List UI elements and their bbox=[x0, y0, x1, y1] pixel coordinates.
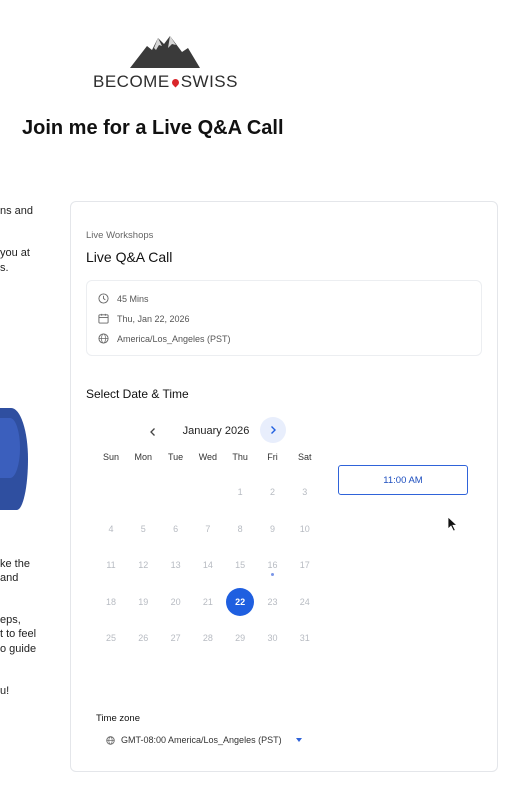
calendar-day: 24 bbox=[299, 596, 310, 607]
left-text-fragment: t to feel bbox=[0, 628, 37, 640]
weekday-header: Sun bbox=[102, 452, 119, 462]
time-slot-button[interactable]: 11:00 AM bbox=[338, 465, 468, 495]
left-text-fragment: and bbox=[0, 572, 19, 584]
date-row: Thu, Jan 22, 2026 bbox=[98, 313, 190, 324]
duration-text: 45 Mins bbox=[117, 293, 149, 304]
weekday-header: Mon bbox=[134, 452, 153, 462]
weekday-header: Thu bbox=[232, 452, 248, 462]
left-text-fragment: o guide bbox=[0, 643, 37, 655]
calendar-day: 4 bbox=[108, 523, 114, 534]
calendar-day: 29 bbox=[235, 633, 246, 643]
calendar-day: 2 bbox=[269, 487, 275, 497]
section-title: Select Date & Time bbox=[86, 387, 189, 401]
left-text-fragment: s. bbox=[0, 262, 9, 274]
event-info-box: 45 Mins Thu, Jan 22, 2026 America/Los_An… bbox=[86, 280, 482, 356]
calendar-day: 14 bbox=[202, 560, 213, 570]
calendar-day: 10 bbox=[299, 523, 310, 534]
chevron-right-icon bbox=[271, 426, 276, 434]
left-text-fragment: eps, bbox=[0, 614, 21, 626]
left-text-fragment: ns and bbox=[0, 205, 34, 217]
prev-month-button[interactable] bbox=[141, 420, 165, 444]
calendar-icon bbox=[98, 313, 109, 324]
calendar-day: 11 bbox=[106, 560, 116, 570]
left-text-fragment: you at bbox=[0, 247, 30, 259]
calendar-day: 20 bbox=[170, 596, 181, 607]
globe-icon bbox=[106, 735, 115, 745]
availability-dot bbox=[271, 573, 274, 576]
calendar-day: 8 bbox=[237, 523, 243, 534]
weekday-header: Sat bbox=[298, 452, 312, 462]
clock-icon bbox=[98, 293, 109, 304]
calendar-day: 19 bbox=[138, 596, 149, 607]
month-label: January 2026 bbox=[182, 425, 250, 437]
brand-wordmark: BECOME SWISS bbox=[93, 72, 238, 92]
calendar-day: 9 bbox=[269, 523, 275, 534]
cursor-icon bbox=[447, 516, 459, 532]
calendar-day: 26 bbox=[138, 633, 149, 643]
left-text-fragment: ke the bbox=[0, 558, 30, 570]
next-month-button[interactable] bbox=[260, 417, 286, 443]
calendar-day: 28 bbox=[202, 633, 213, 643]
weekday-header: Tue bbox=[168, 452, 184, 462]
calendar-day: 5 bbox=[140, 523, 146, 534]
timezone-text: America/Los_Angeles (PST) bbox=[117, 333, 231, 344]
calendar-day: 21 bbox=[202, 596, 213, 607]
event-title: Live Q&A Call bbox=[86, 249, 173, 265]
timezone-select-value: GMT-08:00 America/Los_Angeles (PST) bbox=[121, 735, 282, 745]
calendar-day: 27 bbox=[170, 633, 181, 643]
left-column-partial: ns and you at s. ke the and eps, t to fe… bbox=[0, 0, 40, 800]
timezone-select[interactable]: GMT-08:00 America/Los_Angeles (PST) bbox=[106, 735, 302, 745]
brand-left: BECOME bbox=[93, 72, 170, 91]
timezone-row: America/Los_Angeles (PST) bbox=[98, 333, 231, 344]
calendar-day: 13 bbox=[170, 560, 181, 570]
calendar-day: 25 bbox=[105, 633, 116, 643]
weekday-header: Fri bbox=[267, 452, 278, 462]
calendar-day: 31 bbox=[299, 633, 310, 643]
globe-icon bbox=[98, 333, 109, 344]
calendar-day: 1 bbox=[237, 487, 243, 497]
calendar-day: 3 bbox=[302, 487, 308, 497]
calendar-day: 12 bbox=[138, 560, 149, 570]
presenter-photo bbox=[0, 408, 28, 510]
calendar-day: 30 bbox=[267, 633, 278, 643]
weekday-header: Wed bbox=[198, 452, 218, 462]
left-text-fragment: u! bbox=[0, 685, 10, 697]
calendar-day: 15 bbox=[235, 560, 246, 570]
location-pin-icon bbox=[170, 77, 181, 87]
dropdown-caret-icon bbox=[295, 738, 302, 742]
calendar-header: January 2026 bbox=[141, 417, 301, 444]
calendar-day: 23 bbox=[267, 596, 278, 607]
breadcrumb[interactable]: Live Workshops bbox=[86, 230, 153, 241]
timezone-label: Time zone bbox=[96, 713, 140, 724]
date-text: Thu, Jan 22, 2026 bbox=[117, 313, 190, 324]
booking-card: Live Workshops Live Q&A Call 45 Mins Thu… bbox=[70, 201, 498, 772]
calendar-day: 7 bbox=[205, 523, 211, 534]
calendar-day-selected[interactable]: 22 bbox=[226, 587, 255, 616]
chevron-left-icon bbox=[150, 428, 155, 436]
calendar-day: 6 bbox=[173, 523, 179, 534]
duration-row: 45 Mins bbox=[98, 293, 149, 304]
calendar-day: 17 bbox=[299, 560, 310, 570]
brand-right: SWISS bbox=[180, 72, 238, 91]
calendar-day: 18 bbox=[105, 596, 116, 607]
mountain-logo-icon bbox=[130, 36, 200, 68]
page-headline: Join me for a Live Q&A Call bbox=[22, 117, 284, 139]
